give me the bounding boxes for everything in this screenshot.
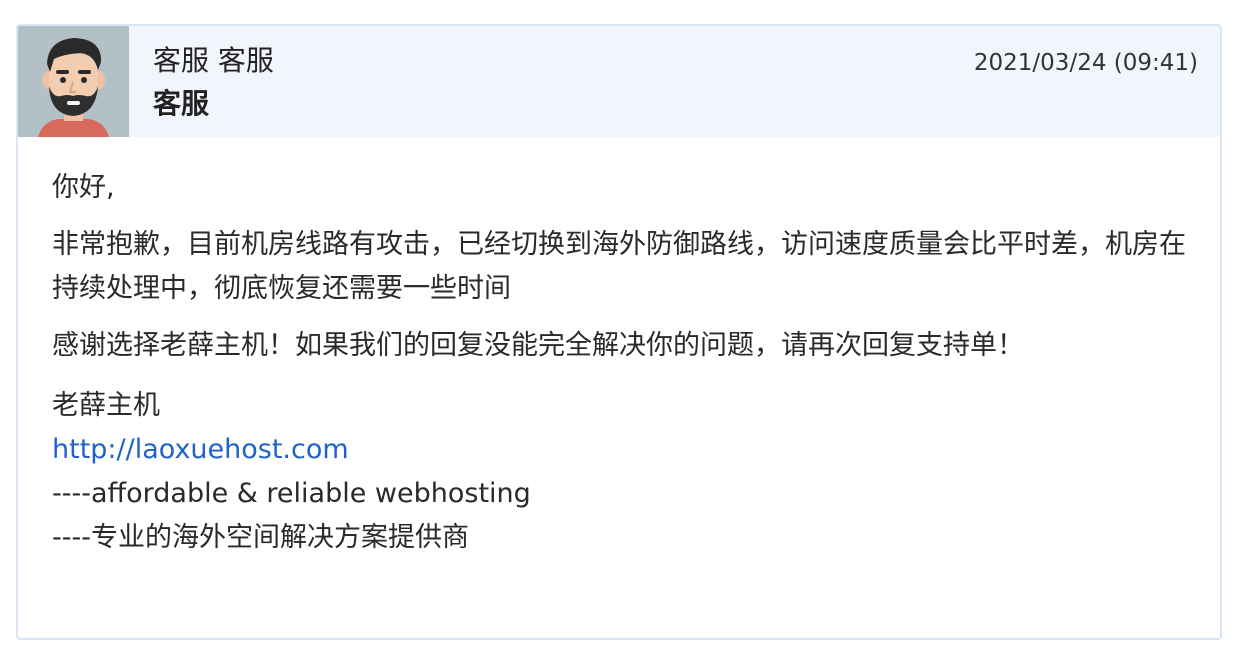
signature: 老薛主机 http://laoxuehost.com ----affordabl… bbox=[52, 384, 1192, 560]
signature-tagline-en: ----affordable & reliable webhosting bbox=[52, 478, 531, 509]
author-name: 客服 客服 bbox=[153, 44, 274, 77]
reply-header: 客服 客服 客服 2021/03/24 (09:41) bbox=[18, 26, 1220, 137]
bearded-man-avatar-icon bbox=[18, 26, 129, 137]
signature-tagline-cn: ----专业的海外空间解决方案提供商 bbox=[52, 522, 469, 553]
greeting-text: 你好, bbox=[52, 172, 115, 203]
reply-body: 你好, 非常抱歉，目前机房线路有攻击，已经切换到海外防御路线，访问速度质量会比平… bbox=[52, 166, 1192, 560]
signature-company: 老薛主机 bbox=[52, 390, 160, 421]
reply-date: 2021/03/24 (09:41) bbox=[973, 50, 1198, 76]
thanks-text: 感谢选择老薛主机！如果我们的回复没能完全解决你的问题，请再次回复支持单！ bbox=[52, 330, 1024, 361]
avatar bbox=[18, 26, 129, 137]
author-role: 客服 bbox=[153, 87, 210, 120]
message-text: 非常抱歉，目前机房线路有攻击，已经切换到海外防御路线，访问速度质量会比平时差，机… bbox=[52, 229, 1186, 304]
signature-link[interactable]: http://laoxuehost.com bbox=[52, 428, 1192, 472]
ticket-reply-card: 客服 客服 客服 2021/03/24 (09:41) 你好, 非常抱歉，目前机… bbox=[16, 24, 1222, 640]
